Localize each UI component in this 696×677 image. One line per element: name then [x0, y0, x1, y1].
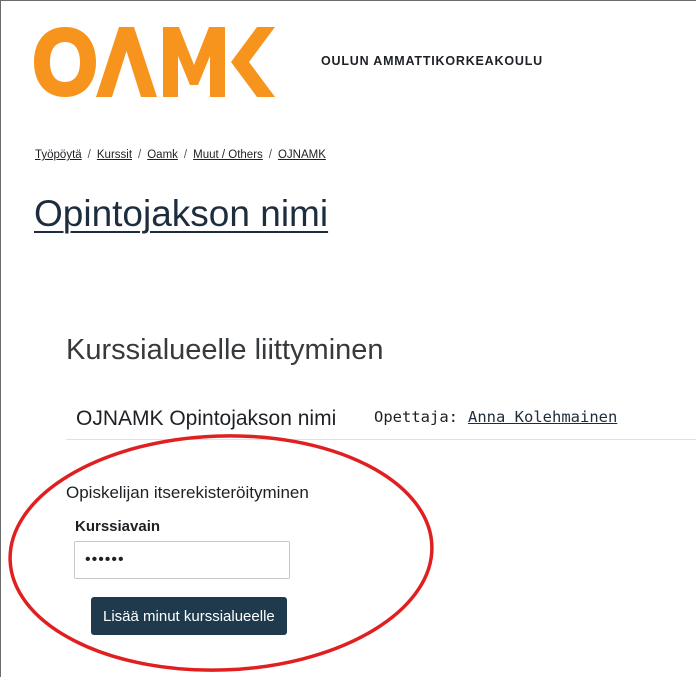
breadcrumb-separator: /	[138, 149, 142, 161]
breadcrumb-item-others[interactable]: Muut / Others	[193, 149, 263, 161]
breadcrumb-item-oamk[interactable]: Oamk	[147, 149, 178, 161]
school-name: OULUN AMMATTIKORKEAKOULU	[321, 54, 543, 68]
breadcrumb-separator: /	[268, 149, 272, 161]
enrolment-heading: Kurssialueelle liittyminen	[66, 334, 384, 366]
logo-letter-m	[163, 27, 225, 97]
oamk-logo[interactable]	[31, 23, 281, 101]
logo-letter-k	[231, 27, 275, 97]
teacher-info: Opettaja: Anna Kolehmainen	[374, 408, 617, 426]
course-info-row: OJNAMK Opintojakson nimi Opettaja: Anna K…	[66, 397, 696, 440]
breadcrumb-item-courses[interactable]: Kurssit	[97, 149, 132, 161]
breadcrumb: Työpöytä / Kurssit / Oamk / Muut / Others / OJNA…	[35, 149, 326, 161]
breadcrumb-item-dashboard[interactable]: Työpöytä	[35, 149, 82, 161]
enrolment-key-input[interactable]	[74, 541, 290, 579]
logo-letter-o	[34, 27, 96, 97]
breadcrumb-separator: /	[87, 149, 91, 161]
enrol-me-button[interactable]: Lisää minut kurssialueelle	[91, 597, 287, 635]
page-frame: OULUN AMMATTIKORKEAKOULU Työpöytä / Kurssi…	[0, 0, 696, 677]
course-name: OJNAMK Opintojakson nimi	[76, 407, 337, 430]
enrolment-key-label: Kurssiavain	[75, 518, 161, 535]
breadcrumb-item-course[interactable]: OJNAMK	[278, 149, 326, 161]
page-title[interactable]: Opintojakson nimi	[34, 193, 328, 235]
logo-letter-lambda	[96, 27, 157, 97]
self-enrolment-title: Opiskelijan itserekisteröityminen	[66, 483, 309, 502]
teacher-label: Opettaja:	[374, 408, 458, 426]
teacher-link[interactable]: Anna Kolehmainen	[468, 408, 617, 426]
breadcrumb-separator: /	[183, 149, 188, 161]
